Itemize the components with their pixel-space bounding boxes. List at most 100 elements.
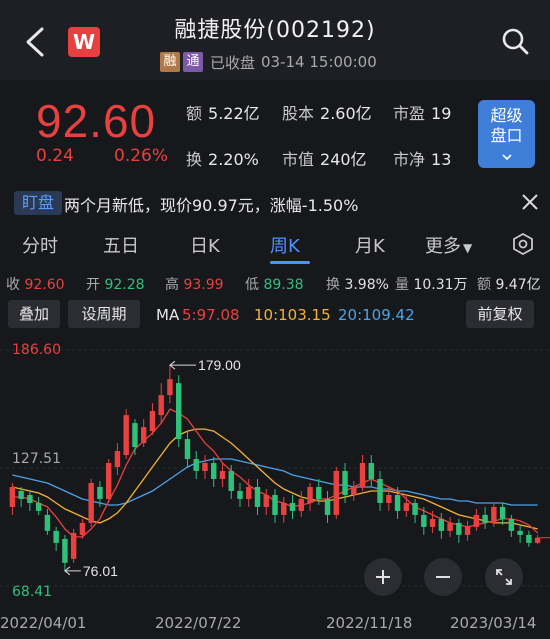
candle-body bbox=[386, 494, 392, 503]
active-tab-indicator bbox=[270, 261, 310, 264]
ma20-value: 20:109.42 bbox=[338, 306, 415, 324]
candle-body bbox=[79, 522, 86, 535]
candle-body bbox=[140, 427, 147, 444]
zoom-in-button[interactable] bbox=[364, 558, 402, 596]
settings-icon[interactable] bbox=[512, 233, 534, 255]
candle-body bbox=[70, 532, 77, 559]
tab-weekly-k[interactable]: 周K bbox=[270, 232, 300, 258]
candle-body bbox=[158, 395, 164, 416]
candle-body bbox=[114, 451, 121, 468]
candle-body bbox=[254, 486, 261, 507]
candle-body bbox=[508, 518, 515, 531]
weekly-k-chart[interactable]: 179.00 76.01 bbox=[0, 334, 550, 609]
max-price-label: 179.00 bbox=[198, 357, 241, 373]
plus-icon bbox=[376, 570, 390, 584]
candle-body bbox=[97, 486, 103, 499]
fullscreen-button[interactable] bbox=[485, 558, 523, 596]
y-bottom-label: 68.41 bbox=[12, 584, 53, 600]
candle-body bbox=[202, 463, 208, 472]
y-top-label: 186.60 bbox=[12, 342, 61, 358]
ma5-value: 5:97.08 bbox=[182, 306, 240, 324]
candle-body bbox=[447, 522, 453, 531]
candle-body bbox=[246, 486, 252, 499]
candle-body bbox=[491, 506, 497, 523]
x-axis-dates: 2022/04/01 2022/07/22 2022/11/18 2023/03… bbox=[0, 612, 550, 634]
candle-body bbox=[526, 534, 532, 543]
date-label: 2022/07/22 bbox=[155, 614, 242, 632]
candle-body bbox=[211, 463, 217, 479]
set-period-button[interactable]: 设周期 bbox=[68, 300, 140, 328]
y-mid-label: 127.51 bbox=[12, 451, 61, 467]
candle-body bbox=[394, 494, 401, 511]
candle-body bbox=[9, 486, 16, 507]
candle-body bbox=[228, 471, 234, 491]
super-orderbook-button[interactable]: 超级 盘口 bbox=[478, 100, 535, 168]
price-change: 0.24 bbox=[36, 146, 74, 166]
expand-icon bbox=[496, 569, 512, 585]
zoom-out-button[interactable] bbox=[424, 558, 462, 596]
ma10-value: 10:103.15 bbox=[254, 306, 331, 324]
candle-body bbox=[123, 415, 129, 456]
candle-body bbox=[359, 463, 366, 487]
candle-body bbox=[167, 379, 173, 396]
chevron-down-icon bbox=[501, 154, 512, 161]
candle-body bbox=[62, 538, 68, 563]
candle-body bbox=[517, 530, 523, 535]
candle-body bbox=[53, 530, 59, 543]
ma-label: MA bbox=[156, 306, 180, 324]
candle-body bbox=[307, 486, 313, 503]
candle-body bbox=[421, 514, 427, 527]
candle-body bbox=[482, 514, 488, 523]
chart-toolbar: 叠加 设周期 MA 5:97.08 10:103.15 20:109.42 前复… bbox=[0, 300, 550, 330]
candle-body bbox=[351, 486, 357, 495]
candle-body bbox=[473, 514, 480, 527]
candle-body bbox=[193, 459, 199, 472]
overlay-button[interactable]: 叠加 bbox=[8, 300, 60, 328]
market-status: 已收盘 bbox=[210, 53, 256, 72]
candle-body bbox=[438, 518, 445, 531]
candle-body bbox=[298, 498, 304, 511]
close-icon[interactable] bbox=[520, 192, 540, 212]
candle-body bbox=[324, 498, 331, 515]
candle-body bbox=[27, 494, 33, 503]
candle-body bbox=[534, 537, 541, 543]
tab-daily-k[interactable]: 日K bbox=[190, 232, 220, 258]
search-icon[interactable] bbox=[500, 26, 530, 56]
connect-tag: 通 bbox=[183, 52, 203, 72]
alert-bar[interactable]: 盯盘 两个月新低，现价90.97元，涨幅-1.50% bbox=[0, 185, 550, 221]
watch-tag: 盯盘 bbox=[14, 191, 62, 215]
field-amount: 额 5.22亿 bbox=[186, 104, 260, 123]
price-change-pct: 0.26% bbox=[114, 146, 169, 166]
min-price-label: 76.01 bbox=[83, 563, 118, 579]
candle-body bbox=[429, 518, 436, 527]
last-price: 92.60 bbox=[36, 95, 157, 147]
candle-body bbox=[333, 471, 339, 515]
header-bar: W 融捷股份(002192) 融 通 已收盘 03-14 15:00:00 bbox=[0, 0, 550, 80]
alert-text: 两个月新低，现价90.97元，涨幅-1.50% bbox=[64, 196, 359, 215]
tab-more[interactable]: 更多 ▼ bbox=[425, 232, 472, 258]
candle-body bbox=[272, 494, 278, 515]
stock-title: 融捷股份(002192) bbox=[174, 18, 376, 43]
candle-body bbox=[289, 502, 296, 511]
candle-body bbox=[499, 506, 506, 519]
date-label: 2022/04/01 bbox=[0, 614, 87, 632]
candle-body bbox=[412, 502, 418, 515]
tab-monthly-k[interactable]: 月K bbox=[355, 232, 385, 258]
adjust-button[interactable]: 前复权 bbox=[466, 300, 534, 328]
candle-body bbox=[149, 411, 156, 432]
tab-intraday[interactable]: 分时 bbox=[22, 232, 58, 258]
candle-body bbox=[237, 490, 243, 499]
candle-body bbox=[456, 522, 462, 535]
candle-body bbox=[18, 490, 24, 499]
tab-five-day[interactable]: 五日 bbox=[103, 232, 139, 258]
field-pe: 市盈 19 bbox=[393, 104, 452, 123]
quote-datetime: 03-14 15:00:00 bbox=[261, 53, 377, 71]
candle-body bbox=[377, 478, 383, 503]
candle-body bbox=[368, 463, 375, 479]
candle-body bbox=[88, 482, 94, 523]
field-market-cap: 市值 240亿 bbox=[282, 150, 367, 169]
candle-body bbox=[342, 471, 348, 495]
date-label: 2022/11/18 bbox=[326, 614, 413, 632]
candle-body bbox=[403, 502, 410, 511]
candle-body bbox=[35, 502, 42, 511]
